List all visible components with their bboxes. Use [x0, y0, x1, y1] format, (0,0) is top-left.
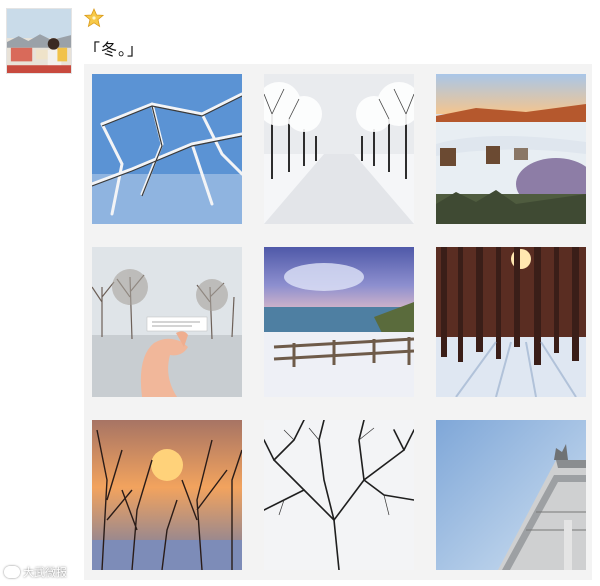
- photo-hand-holding-note-snowy-park[interactable]: [92, 247, 242, 397]
- post-text: 「冬。」: [84, 40, 145, 59]
- photo-bare-branches-snow[interactable]: [264, 420, 414, 570]
- photo-snowy-branches-blue-sky[interactable]: [92, 74, 242, 224]
- photo-snow-tree-avenue[interactable]: [264, 74, 414, 224]
- watermark-text: 大武微报: [23, 566, 67, 579]
- photo-building-roof-sky[interactable]: [436, 420, 586, 570]
- photo-sunset-through-branches[interactable]: [92, 420, 242, 570]
- avatar-image: [7, 9, 71, 73]
- photo-snowy-lawn-chairs-sunset[interactable]: [436, 74, 586, 224]
- star-emoji-icon: [84, 8, 104, 28]
- photo-snowy-boardwalk-sea[interactable]: [264, 247, 414, 397]
- user-avatar[interactable]: [6, 8, 72, 74]
- watermark: 大武微报: [4, 564, 67, 580]
- photo-pine-forest-sunlight[interactable]: [436, 247, 586, 397]
- watermark-logo-icon: [4, 566, 20, 578]
